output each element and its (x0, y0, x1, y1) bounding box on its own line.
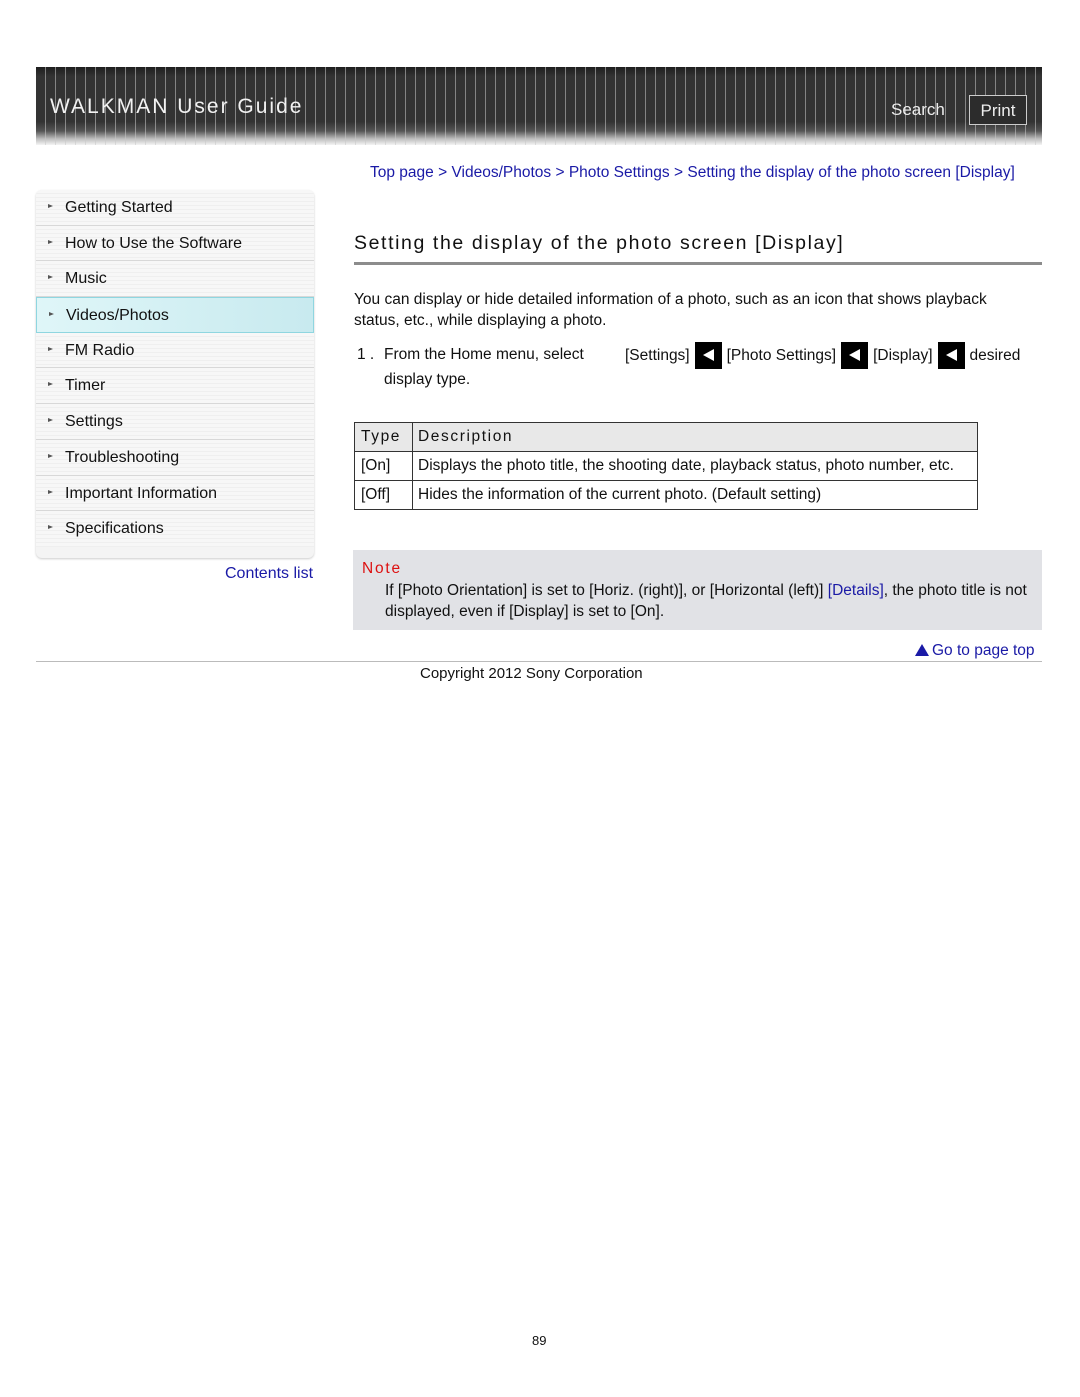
note-text-before: If [Photo Orientation] is set to [Horiz.… (385, 582, 828, 599)
arrow-right-icon (48, 418, 53, 423)
sidebar-item-getting-started[interactable]: Getting Started (36, 190, 314, 226)
cell-type: [Off] (354, 480, 413, 510)
arrow-right-icon (48, 382, 53, 387)
page-title: Setting the display of the photo screen … (354, 232, 845, 254)
details-link[interactable]: [Details] (828, 582, 884, 599)
sidebar-item-label: Videos/Photos (66, 307, 169, 325)
table-header-row: Type Description (354, 422, 978, 452)
sidebar-item-label: Troubleshooting (65, 448, 180, 466)
breadcrumb-videos-photos[interactable]: Videos/Photos (451, 164, 551, 181)
breadcrumb-photo-settings[interactable]: Photo Settings (569, 164, 670, 181)
menu-path: [Settings] [Photo Settings] [Display] de… (625, 342, 1020, 369)
arrow-left-icon (937, 342, 965, 369)
print-button[interactable]: Print (969, 95, 1027, 125)
arrow-right-icon (48, 525, 53, 530)
arrow-left-icon (841, 342, 869, 369)
sidebar-item-label: Important Information (65, 484, 218, 502)
title-divider (354, 262, 1042, 265)
go-top-label: Go to page top (932, 642, 1035, 659)
sidebar-nav: Getting Started How to Use the Software … (36, 190, 314, 558)
arrow-right-icon (48, 453, 53, 458)
sidebar-item-specifications[interactable]: Specifications (36, 511, 314, 547)
arrow-right-icon (49, 312, 54, 317)
breadcrumb: Top page > Videos/Photos > Photo Setting… (370, 164, 1015, 182)
triangle-up-icon (915, 644, 929, 656)
sidebar-item-label: Getting Started (65, 199, 173, 216)
copyright: Copyright 2012 Sony Corporation (420, 665, 643, 682)
footer-divider (36, 661, 1042, 662)
intro-paragraph: You can display or hide detailed informa… (354, 291, 987, 329)
cell-type: [On] (354, 451, 413, 481)
note-title: Note (362, 560, 402, 577)
header-banner: WALKMAN User Guide Search Print (36, 67, 1042, 145)
sidebar-item-fm-radio[interactable]: FM Radio (36, 332, 314, 369)
sidebar-item-label: Specifications (65, 520, 164, 538)
breadcrumb-separator: > (555, 164, 565, 181)
note-box: Note If [Photo Orientation] is set to [H… (353, 550, 1042, 630)
step-number: 1 . (357, 346, 375, 363)
go-to-page-top-link[interactable]: Go to page top (915, 642, 1035, 660)
sidebar-item-label: Settings (65, 413, 123, 431)
cell-description: Displays the photo title, the shooting d… (412, 451, 978, 481)
breadcrumb-separator: > (438, 164, 448, 181)
arrow-right-icon (48, 346, 53, 351)
sidebar-item-how-to-use-software[interactable]: How to Use the Software (36, 225, 314, 262)
sidebar-item-videos-photos[interactable]: Videos/Photos (36, 297, 314, 333)
sidebar-item-label: Music (65, 270, 107, 288)
cell-description: Hides the information of the current pho… (412, 480, 978, 510)
breadcrumb-top-page[interactable]: Top page (370, 164, 434, 181)
sidebar-item-important-information[interactable]: Important Information (36, 475, 314, 512)
app-title: WALKMAN User Guide (50, 95, 304, 118)
sidebar-item-music[interactable]: Music (36, 261, 314, 298)
sidebar-item-label: Timer (65, 377, 106, 395)
path-display: [Display] (873, 347, 933, 364)
step-text: From the Home menu, select (384, 346, 584, 363)
breadcrumb-current-page[interactable]: Setting the display of the photo screen … (687, 164, 1014, 181)
sidebar-item-troubleshooting[interactable]: Troubleshooting (36, 439, 314, 476)
sidebar-item-timer[interactable]: Timer (36, 368, 314, 405)
note-text: If [Photo Orientation] is set to [Horiz.… (385, 580, 1035, 622)
step-continuation: display type. (384, 371, 471, 388)
arrow-right-icon (48, 275, 53, 280)
contents-list-link[interactable]: Contents list (225, 565, 313, 583)
page-number: 89 (532, 1333, 547, 1348)
column-header-description: Description (412, 422, 978, 452)
sidebar-item-label: FM Radio (65, 341, 135, 359)
table-row: [On] Displays the photo title, the shoot… (354, 451, 978, 481)
path-desired: desired (969, 347, 1021, 364)
column-header-type: Type (354, 422, 413, 452)
path-settings: [Settings] (625, 347, 690, 364)
arrow-left-icon (694, 342, 722, 369)
table-row: [Off] Hides the information of the curre… (354, 480, 978, 510)
search-link[interactable]: Search (891, 100, 945, 120)
arrow-right-icon (48, 204, 53, 208)
sidebar-item-label: How to Use the Software (65, 234, 242, 252)
breadcrumb-separator: > (673, 164, 684, 181)
display-type-table: Type Description [On] Displays the photo… (354, 422, 978, 510)
path-photo-settings: [Photo Settings] (726, 347, 837, 364)
sidebar-item-settings[interactable]: Settings (36, 404, 314, 440)
arrow-right-icon (48, 239, 53, 244)
arrow-right-icon (48, 489, 53, 494)
